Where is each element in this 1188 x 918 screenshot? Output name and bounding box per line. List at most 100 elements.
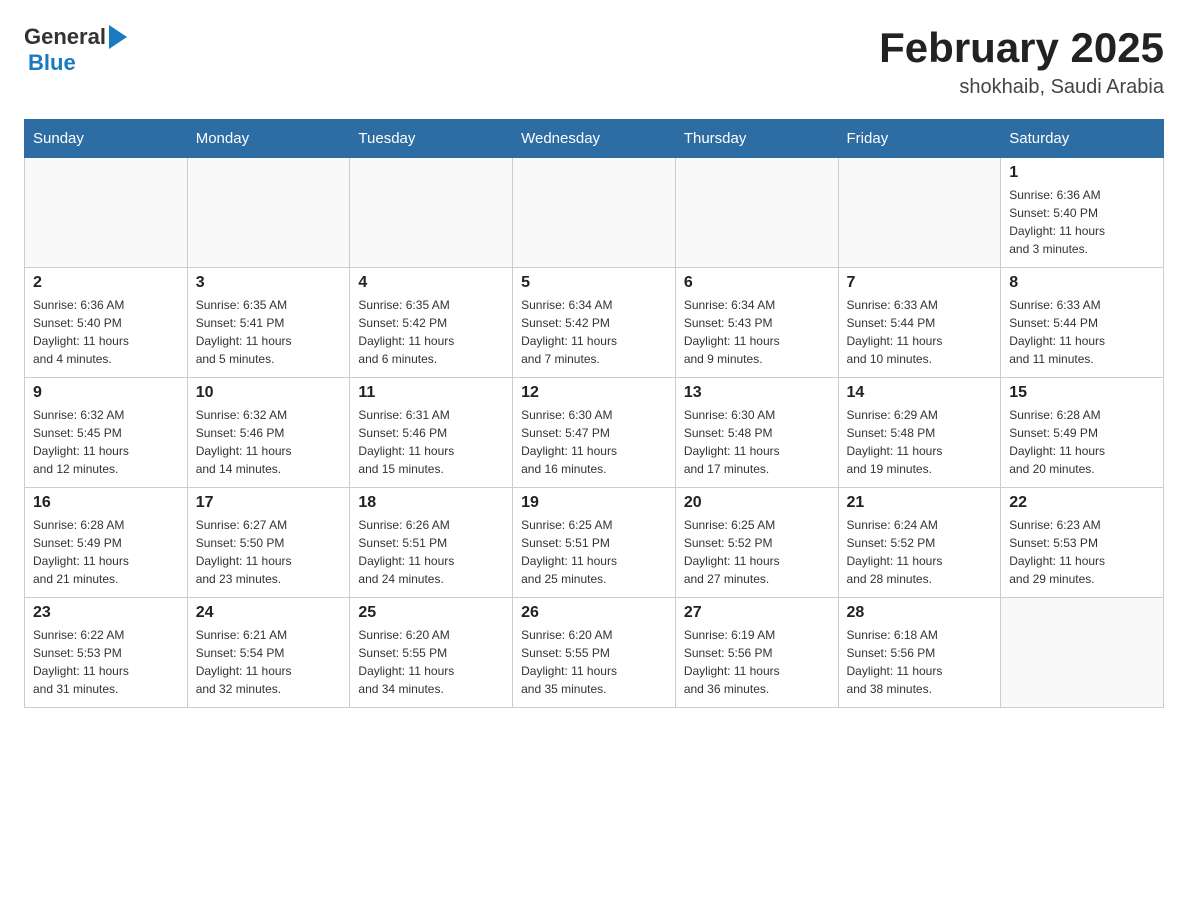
logo-triangle-icon [109, 25, 127, 49]
day-number: 3 [196, 274, 342, 292]
calendar-cell: 8 Sunrise: 6:33 AM Sunset: 5:44 PM Daylig… [1001, 268, 1164, 378]
calendar-cell: 13Sunrise: 6:30 AM Sunset: 5:48 PM Dayli… [675, 378, 838, 488]
day-info: Sunrise: 6:31 AM Sunset: 5:46 PM Dayligh… [358, 406, 504, 478]
calendar-cell: 28 Sunrise: 6:18 AM Sunset: 5:56 PM Dayli… [838, 598, 1001, 708]
title-area: February 2025 shokhaib, Saudi Arabia [879, 24, 1164, 99]
calendar-header-row: SundayMondayTuesdayWednesdayThursdayFrid… [25, 120, 1164, 158]
calendar-cell: 21 Sunrise: 6:24 AM Sunset: 5:52 PM Dayli… [838, 488, 1001, 598]
calendar-cell: 26 Sunrise: 6:20 AM Sunset: 5:55 PM Dayli… [513, 598, 676, 708]
day-number: 16 [33, 494, 179, 512]
day-number: 1 [1009, 164, 1155, 182]
calendar-cell: 18 Sunrise: 6:26 AM Sunset: 5:51 PM Dayli… [350, 488, 513, 598]
day-number: 10 [196, 384, 342, 402]
day-info: Sunrise: 6:36 AM Sunset: 5:40 PM Dayligh… [33, 296, 179, 368]
calendar-table: SundayMondayTuesdayWednesdayThursdayFrid… [24, 119, 1164, 708]
day-number: 7 [847, 274, 993, 292]
calendar-cell [350, 158, 513, 268]
calendar-cell: 6 Sunrise: 6:34 AM Sunset: 5:43 PM Daylig… [675, 268, 838, 378]
day-number: 14 [847, 384, 993, 402]
weekday-header-wednesday: Wednesday [513, 120, 676, 158]
weekday-header-sunday: Sunday [25, 120, 188, 158]
calendar-cell: 5 Sunrise: 6:34 AM Sunset: 5:42 PM Daylig… [513, 268, 676, 378]
logo-general-text: General [24, 24, 106, 50]
day-info: Sunrise: 6:32 AM Sunset: 5:45 PM Dayligh… [33, 406, 179, 478]
day-info: Sunrise: 6:26 AM Sunset: 5:51 PM Dayligh… [358, 516, 504, 588]
day-number: 22 [1009, 494, 1155, 512]
day-info: Sunrise: 6:24 AM Sunset: 5:52 PM Dayligh… [847, 516, 993, 588]
day-number: 9 [33, 384, 179, 402]
calendar-week-row: 16 Sunrise: 6:28 AM Sunset: 5:49 PM Dayli… [25, 488, 1164, 598]
day-number: 5 [521, 274, 667, 292]
weekday-header-saturday: Saturday [1001, 120, 1164, 158]
calendar-cell: 9 Sunrise: 6:32 AM Sunset: 5:45 PM Daylig… [25, 378, 188, 488]
day-number: 26 [521, 604, 667, 622]
calendar-cell: 24 Sunrise: 6:21 AM Sunset: 5:54 PM Dayli… [187, 598, 350, 708]
day-info: Sunrise: 6:33 AM Sunset: 5:44 PM Dayligh… [847, 296, 993, 368]
day-number: 2 [33, 274, 179, 292]
day-number: 11 [358, 384, 504, 402]
day-info: Sunrise: 6:22 AM Sunset: 5:53 PM Dayligh… [33, 626, 179, 698]
day-number: 24 [196, 604, 342, 622]
day-number: 17 [196, 494, 342, 512]
day-info: Sunrise: 6:27 AM Sunset: 5:50 PM Dayligh… [196, 516, 342, 588]
day-number: 18 [358, 494, 504, 512]
calendar-cell: 1 Sunrise: 6:36 AM Sunset: 5:40 PM Daylig… [1001, 158, 1164, 268]
day-number: 15 [1009, 384, 1155, 402]
calendar-cell: 23Sunrise: 6:22 AM Sunset: 5:53 PM Dayli… [25, 598, 188, 708]
day-info: Sunrise: 6:30 AM Sunset: 5:47 PM Dayligh… [521, 406, 667, 478]
calendar-cell: 19 Sunrise: 6:25 AM Sunset: 5:51 PM Dayli… [513, 488, 676, 598]
day-info: Sunrise: 6:25 AM Sunset: 5:52 PM Dayligh… [684, 516, 830, 588]
day-info: Sunrise: 6:23 AM Sunset: 5:53 PM Dayligh… [1009, 516, 1155, 588]
day-number: 12 [521, 384, 667, 402]
calendar-cell: 25Sunrise: 6:20 AM Sunset: 5:55 PM Dayli… [350, 598, 513, 708]
weekday-header-thursday: Thursday [675, 120, 838, 158]
day-number: 21 [847, 494, 993, 512]
day-info: Sunrise: 6:35 AM Sunset: 5:42 PM Dayligh… [358, 296, 504, 368]
day-info: Sunrise: 6:25 AM Sunset: 5:51 PM Dayligh… [521, 516, 667, 588]
calendar-week-row: 2 Sunrise: 6:36 AM Sunset: 5:40 PM Daylig… [25, 268, 1164, 378]
day-info: Sunrise: 6:18 AM Sunset: 5:56 PM Dayligh… [847, 626, 993, 698]
day-number: 25 [358, 604, 504, 622]
calendar-cell: 7 Sunrise: 6:33 AM Sunset: 5:44 PM Daylig… [838, 268, 1001, 378]
day-number: 28 [847, 604, 993, 622]
weekday-header-monday: Monday [187, 120, 350, 158]
location-subtitle: shokhaib, Saudi Arabia [879, 76, 1164, 99]
day-info: Sunrise: 6:28 AM Sunset: 5:49 PM Dayligh… [1009, 406, 1155, 478]
day-number: 8 [1009, 274, 1155, 292]
day-number: 13 [684, 384, 830, 402]
day-info: Sunrise: 6:20 AM Sunset: 5:55 PM Dayligh… [521, 626, 667, 698]
day-info: Sunrise: 6:34 AM Sunset: 5:42 PM Dayligh… [521, 296, 667, 368]
calendar-week-row: 1 Sunrise: 6:36 AM Sunset: 5:40 PM Daylig… [25, 158, 1164, 268]
calendar-week-row: 23Sunrise: 6:22 AM Sunset: 5:53 PM Dayli… [25, 598, 1164, 708]
day-info: Sunrise: 6:32 AM Sunset: 5:46 PM Dayligh… [196, 406, 342, 478]
calendar-cell: 17 Sunrise: 6:27 AM Sunset: 5:50 PM Dayli… [187, 488, 350, 598]
page-header: General Blue February 2025 shokhaib, Sau… [24, 24, 1164, 99]
day-info: Sunrise: 6:29 AM Sunset: 5:48 PM Dayligh… [847, 406, 993, 478]
calendar-cell: 2 Sunrise: 6:36 AM Sunset: 5:40 PM Daylig… [25, 268, 188, 378]
calendar-cell: 3 Sunrise: 6:35 AM Sunset: 5:41 PM Daylig… [187, 268, 350, 378]
day-number: 4 [358, 274, 504, 292]
day-info: Sunrise: 6:19 AM Sunset: 5:56 PM Dayligh… [684, 626, 830, 698]
calendar-cell: 12 Sunrise: 6:30 AM Sunset: 5:47 PM Dayli… [513, 378, 676, 488]
day-info: Sunrise: 6:28 AM Sunset: 5:49 PM Dayligh… [33, 516, 179, 588]
calendar-cell: 4 Sunrise: 6:35 AM Sunset: 5:42 PM Daylig… [350, 268, 513, 378]
month-title: February 2025 [879, 24, 1164, 72]
day-info: Sunrise: 6:36 AM Sunset: 5:40 PM Dayligh… [1009, 186, 1155, 258]
day-number: 6 [684, 274, 830, 292]
day-info: Sunrise: 6:21 AM Sunset: 5:54 PM Dayligh… [196, 626, 342, 698]
day-info: Sunrise: 6:33 AM Sunset: 5:44 PM Dayligh… [1009, 296, 1155, 368]
calendar-cell: 22 Sunrise: 6:23 AM Sunset: 5:53 PM Dayli… [1001, 488, 1164, 598]
logo-blue-text: Blue [28, 50, 76, 76]
calendar-cell: 16 Sunrise: 6:28 AM Sunset: 5:49 PM Dayli… [25, 488, 188, 598]
calendar-cell: 11 Sunrise: 6:31 AM Sunset: 5:46 PM Dayli… [350, 378, 513, 488]
calendar-cell [513, 158, 676, 268]
day-number: 19 [521, 494, 667, 512]
day-info: Sunrise: 6:34 AM Sunset: 5:43 PM Dayligh… [684, 296, 830, 368]
day-info: Sunrise: 6:35 AM Sunset: 5:41 PM Dayligh… [196, 296, 342, 368]
calendar-cell [187, 158, 350, 268]
weekday-header-friday: Friday [838, 120, 1001, 158]
calendar-cell: 14 Sunrise: 6:29 AM Sunset: 5:48 PM Dayli… [838, 378, 1001, 488]
calendar-week-row: 9 Sunrise: 6:32 AM Sunset: 5:45 PM Daylig… [25, 378, 1164, 488]
calendar-cell [838, 158, 1001, 268]
calendar-cell [675, 158, 838, 268]
